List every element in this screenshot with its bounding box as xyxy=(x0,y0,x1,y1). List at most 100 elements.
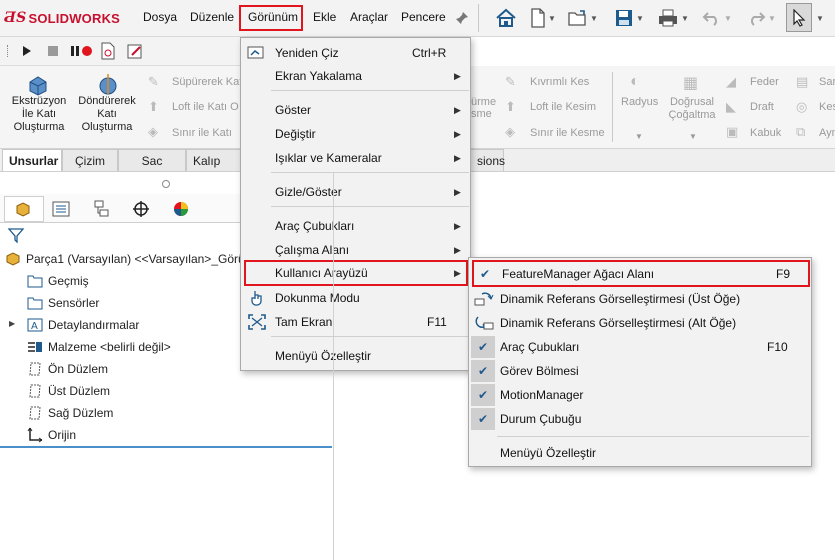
stop-macro-icon[interactable] xyxy=(48,46,58,56)
undo-icon[interactable] xyxy=(700,6,724,30)
loft-icon: ⬆ xyxy=(148,99,159,114)
macro-toolbar xyxy=(0,37,240,66)
pin-icon[interactable] xyxy=(450,6,474,30)
menu-item-redraw[interactable]: Yeniden Çiz Ctrl+R xyxy=(241,41,470,65)
tree-root-part[interactable]: Parça1 (Varsayılan) <<Varsayılan>_Görün xyxy=(4,248,251,270)
sweep-boss-button[interactable]: Süpürerek Kat xyxy=(172,76,242,88)
submenu-item-dynamic-ref-parent[interactable]: Dinamik Referans Görselleştirmesi (Üst Ö… xyxy=(469,287,811,311)
run-macro-icon[interactable] xyxy=(22,45,32,60)
tree-item-history[interactable]: Geçmiş xyxy=(26,270,89,292)
tab-mold-tools[interactable]: Kalıp Ara xyxy=(186,149,242,190)
cut-button-partial[interactable]: ürme xyxy=(471,96,496,108)
loft-boss-button[interactable]: Loft ile Katı O xyxy=(172,101,239,113)
home-icon[interactable] xyxy=(494,6,518,30)
loft-cut-icon: ⬆ xyxy=(505,99,516,114)
menu-ekle[interactable]: Ekle xyxy=(313,10,336,24)
revolve-boss-button[interactable]: Döndürerek Katı Oluşturma xyxy=(72,95,142,134)
menu-araclar[interactable]: Araçlar xyxy=(350,10,388,24)
fillet-button[interactable]: Radyus xyxy=(621,96,658,108)
shell-icon: ▣ xyxy=(726,124,739,139)
undo-dropdown-icon[interactable]: ▼ xyxy=(722,6,734,30)
menu-item-customize-menu[interactable]: Menüyü Özelleştir xyxy=(241,344,470,368)
submenu-item-featuremanager-tree[interactable]: ✔ FeatureManager Ağacı Alanı F9 xyxy=(472,260,810,287)
tab-extensions[interactable]: sions xyxy=(470,149,505,171)
save-icon[interactable] xyxy=(612,6,636,30)
linear-pattern-button[interactable]: Doğrusal Çoğaltma xyxy=(664,96,720,122)
filter-icon[interactable] xyxy=(7,227,25,246)
print-icon[interactable] xyxy=(656,6,680,30)
draft-icon: ◣ xyxy=(726,99,736,114)
tab-sketch[interactable]: Çizim xyxy=(62,149,118,171)
feature-manager-tab-icon[interactable] xyxy=(4,196,44,222)
menu-dosya[interactable]: Dosya xyxy=(143,10,177,24)
new-dropdown-icon[interactable]: ▼ xyxy=(546,6,558,30)
submenu-item-status-bar[interactable]: ✔ Durum Çubuğu xyxy=(469,407,811,431)
configuration-manager-tab-icon[interactable] xyxy=(84,198,118,220)
menu-item-workspace[interactable]: Çalışma Alanı ▶ xyxy=(241,238,470,262)
tree-item-material[interactable]: Malzeme <belirli değil> xyxy=(26,336,171,358)
fillet-dropdown-icon[interactable]: ▼ xyxy=(635,132,643,141)
edit-macro-icon[interactable] xyxy=(126,42,144,63)
menu-duzenle[interactable]: Düzenle xyxy=(190,10,234,24)
extrude-boss-button[interactable]: Ekstrüzyon İle Katı Oluşturma xyxy=(4,95,74,134)
menu-item-user-interface[interactable]: Kullanıcı Arayüzü ▶ xyxy=(244,260,468,286)
menu-item-modify[interactable]: Değiştir ▶ xyxy=(241,122,470,146)
shell-button[interactable]: Kabuk xyxy=(750,127,781,139)
tree-item-sensors[interactable]: Sensörler xyxy=(26,292,99,314)
tab-features[interactable]: Unsurlar xyxy=(2,149,62,171)
menu-item-full-screen[interactable]: Tam Ekran F11 xyxy=(241,310,470,334)
submenu-item-customize-menu[interactable]: Menüyü Özelleştir xyxy=(469,441,811,465)
intersect-button[interactable]: Kes xyxy=(819,101,835,113)
tree-item-origin[interactable]: Orijin xyxy=(26,424,76,446)
part-icon xyxy=(4,250,22,268)
check-icon: ✔ xyxy=(471,360,495,382)
submenu-item-toolbars[interactable]: ✔ Araç Çubukları F10 xyxy=(469,335,811,359)
submenu-item-dynamic-ref-child[interactable]: Dinamik Referans Görselleştirmesi (Alt Ö… xyxy=(469,311,811,335)
menu-pencere[interactable]: Pencere xyxy=(401,10,446,24)
boundary-cut-icon: ◈ xyxy=(505,124,515,139)
submenu-item-motion-manager[interactable]: ✔ MotionManager xyxy=(469,383,811,407)
menu-item-screen-capture[interactable]: Ekran Yakalama ▶ xyxy=(241,64,470,88)
draft-button[interactable]: Draft xyxy=(750,101,774,113)
menu-item-lights-cameras[interactable]: Işıklar ve Kameralar ▶ xyxy=(241,146,470,170)
annotations-icon: A xyxy=(26,316,44,334)
boundary-boss-button[interactable]: Sınır ile Katı xyxy=(172,127,232,139)
tree-item-right-plane[interactable]: Sağ Düzlem xyxy=(26,402,113,424)
pattern-dropdown-icon[interactable]: ▼ xyxy=(689,132,697,141)
check-icon: ✔ xyxy=(480,267,491,281)
dimxpert-tab-icon[interactable] xyxy=(124,198,158,220)
rollback-bar[interactable] xyxy=(0,446,332,448)
swept-cut-button[interactable]: Kıvrımlı Kes xyxy=(530,76,589,88)
menu-item-hide-show[interactable]: Gizle/Göster ▶ xyxy=(241,180,470,204)
menu-item-display[interactable]: Göster ▶ xyxy=(241,98,470,122)
property-manager-tab-icon[interactable] xyxy=(44,198,78,220)
record-pause-icon[interactable] xyxy=(70,45,94,60)
expand-chevron-icon[interactable]: ▶ xyxy=(9,319,15,328)
menu-item-touch-mode[interactable]: Dokunma Modu xyxy=(241,286,470,310)
new-macro-icon[interactable] xyxy=(99,42,117,63)
tab-sheet-metal[interactable]: Sac Levha xyxy=(118,149,186,190)
rib-button[interactable]: Feder xyxy=(750,76,779,88)
redo-icon[interactable] xyxy=(744,6,768,30)
select-cursor-icon[interactable] xyxy=(786,3,812,32)
wrap-button[interactable]: Sar xyxy=(819,76,835,88)
submenu-arrow-icon: ▶ xyxy=(454,128,461,139)
open-dropdown-icon[interactable]: ▼ xyxy=(588,6,600,30)
view-menu-dropdown: Yeniden Çiz Ctrl+R Ekran Yakalama ▶ Göst… xyxy=(240,37,471,371)
redo-dropdown-icon[interactable]: ▼ xyxy=(766,6,778,30)
boundary-cut-button[interactable]: Sınır ile Kesme xyxy=(530,127,605,139)
print-dropdown-icon[interactable]: ▼ xyxy=(679,6,691,30)
check-icon: ✔ xyxy=(471,408,495,430)
panel-grip-icon[interactable] xyxy=(162,180,170,188)
tree-item-front-plane[interactable]: Ön Düzlem xyxy=(26,358,108,380)
submenu-item-task-pane[interactable]: ✔ Görev Bölmesi xyxy=(469,359,811,383)
save-dropdown-icon[interactable]: ▼ xyxy=(634,6,646,30)
select-dropdown-icon[interactable]: ▼ xyxy=(814,6,826,30)
menu-item-toolbars[interactable]: Araç Çubukları ▶ xyxy=(241,214,470,238)
open-folder-icon[interactable] xyxy=(566,6,590,30)
mirror-button[interactable]: Ayn xyxy=(819,127,835,139)
display-manager-tab-icon[interactable] xyxy=(164,198,198,220)
loft-cut-button[interactable]: Loft ile Kesim xyxy=(530,101,596,113)
tree-item-top-plane[interactable]: Üst Düzlem xyxy=(26,380,110,402)
tree-item-annotations[interactable]: A Detaylandırmalar xyxy=(26,314,139,336)
